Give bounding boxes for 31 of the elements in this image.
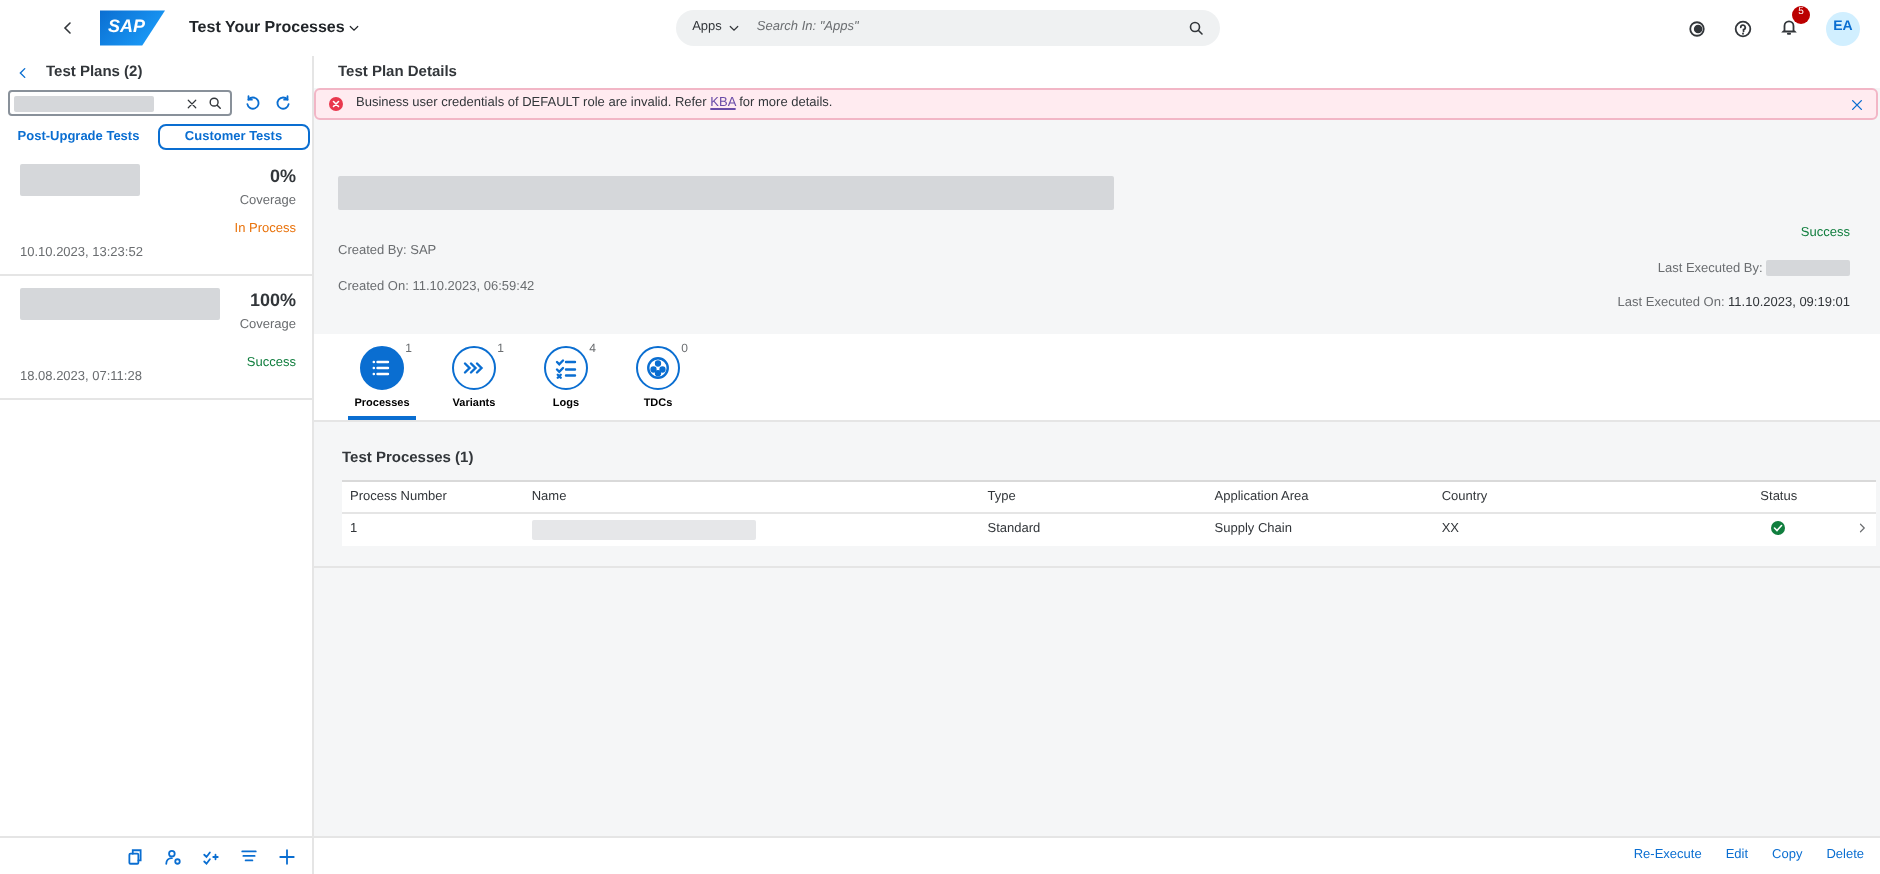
- bell-icon[interactable]: [1780, 17, 1798, 36]
- checklist-icon[interactable]: [202, 847, 220, 865]
- list-icon: [370, 356, 394, 380]
- copy-icon[interactable]: [126, 847, 144, 865]
- chevron-icon[interactable]: [1856, 522, 1868, 535]
- logo[interactable]: SAP: [100, 10, 166, 46]
- help-icon[interactable]: [1734, 19, 1752, 37]
- user-settings-icon[interactable]: [164, 847, 182, 865]
- refresh-icon[interactable]: [274, 94, 292, 112]
- app-title-menu[interactable]: Test Your Processes: [189, 16, 361, 40]
- caret-icon: [348, 22, 361, 34]
- redacted-text: [14, 95, 154, 111]
- search-field[interactable]: [8, 90, 232, 116]
- redacted-text: [1766, 260, 1850, 277]
- caret-icon: [728, 22, 741, 34]
- checklist-icon: [554, 356, 578, 380]
- coverage-value: 0%: [269, 164, 296, 190]
- search-icon[interactable]: [1188, 20, 1205, 36]
- filter-icon[interactable]: [240, 847, 258, 865]
- error-icon: [328, 96, 344, 112]
- clear-icon[interactable]: [186, 97, 198, 109]
- reset-icon[interactable]: [244, 94, 262, 112]
- back-icon[interactable]: [60, 20, 76, 36]
- chevrons-icon: [462, 356, 486, 380]
- close-icon[interactable]: [1850, 97, 1864, 111]
- search-icon[interactable]: [208, 96, 222, 110]
- add-icon[interactable]: [278, 847, 296, 865]
- redacted-text: [20, 164, 140, 196]
- circle-icon[interactable]: [1688, 19, 1706, 37]
- cluster-icon: [646, 356, 670, 380]
- coverage-value: 100%: [249, 288, 296, 314]
